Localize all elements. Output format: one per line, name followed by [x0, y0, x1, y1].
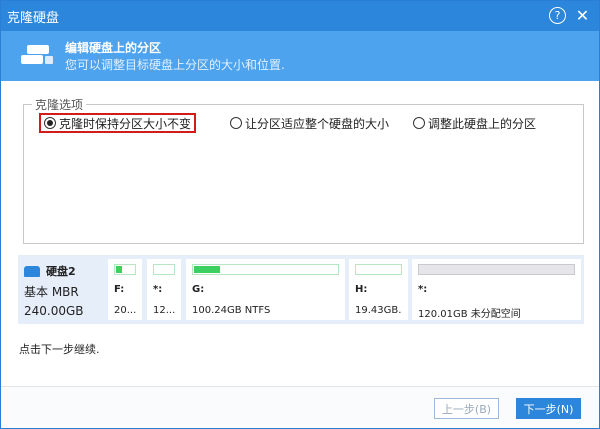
- partition-info: 100.24GB NTFS: [192, 305, 271, 316]
- group-label: 克隆选项: [32, 96, 87, 113]
- partition-info: 20...: [114, 305, 136, 316]
- radio-unselected-icon: [230, 117, 242, 129]
- header-subtitle: 您可以调整目标硬盘上分区的大小和位置.: [65, 58, 285, 72]
- clone-options-group: 克隆选项 克隆时保持分区大小不变 让分区适应整个硬盘的大小 调整此硬盘上的分区: [23, 96, 584, 244]
- partition-letter: G:: [192, 284, 205, 295]
- hint-text: 点击下一步继续.: [19, 343, 100, 356]
- header-title: 编辑硬盘上的分区: [65, 41, 162, 55]
- close-icon[interactable]: ✕: [574, 6, 591, 25]
- disk-info: 硬盘2 基本 MBR 240.00GB: [24, 263, 104, 318]
- partition-g[interactable]: G: 100.24GB NTFS: [186, 259, 345, 320]
- radio-adjust-partitions[interactable]: 调整此硬盘上的分区: [410, 113, 539, 133]
- title-bar: 克隆硬盘 ? ✕: [1, 1, 599, 31]
- radio-fit-disk[interactable]: 让分区适应整个硬盘的大小: [227, 113, 392, 133]
- help-icon[interactable]: ?: [549, 7, 566, 24]
- partition-h[interactable]: H: 19.43GB...: [349, 259, 408, 320]
- disk-type: 基本 MBR: [24, 285, 79, 299]
- radio-label: 克隆时保持分区大小不变: [59, 116, 192, 131]
- partition-f[interactable]: F: 20...: [108, 259, 142, 320]
- partition-unallocated[interactable]: *: 120.01GB 未分配空间: [412, 259, 581, 320]
- footer: 上一步(B) 下一步(N): [1, 386, 599, 428]
- radio-label: 让分区适应整个硬盘的大小: [245, 116, 390, 131]
- partition-letter: H:: [355, 284, 368, 295]
- partition-info: 12...: [153, 305, 175, 316]
- disk-size: 240.00GB: [24, 304, 84, 318]
- partition-letter: *:: [418, 284, 428, 295]
- window-title: 克隆硬盘: [7, 10, 60, 26]
- partition-info: 19.43GB...: [355, 305, 402, 316]
- next-button[interactable]: 下一步(N): [516, 398, 581, 419]
- disk-map: 硬盘2 基本 MBR 240.00GB F: 20... *: 12... G:…: [18, 255, 584, 324]
- partition-info: 120.01GB 未分配空间: [418, 309, 521, 320]
- disk-icon: [24, 266, 40, 277]
- partition-letter: *:: [153, 284, 163, 295]
- radio-keep-size[interactable]: 克隆时保持分区大小不变: [39, 113, 197, 133]
- radio-unselected-icon: [413, 117, 425, 129]
- partition-letter: F:: [114, 284, 125, 295]
- radio-selected-icon: [44, 117, 56, 129]
- partition-star-1[interactable]: *: 12...: [147, 259, 181, 320]
- back-button[interactable]: 上一步(B): [434, 398, 499, 419]
- disk-name: 硬盘2: [46, 265, 76, 278]
- header-banner: 编辑硬盘上的分区 您可以调整目标硬盘上分区的大小和位置.: [1, 31, 599, 81]
- radio-label: 调整此硬盘上的分区: [428, 116, 537, 131]
- disk-stack-icon: [21, 45, 53, 64]
